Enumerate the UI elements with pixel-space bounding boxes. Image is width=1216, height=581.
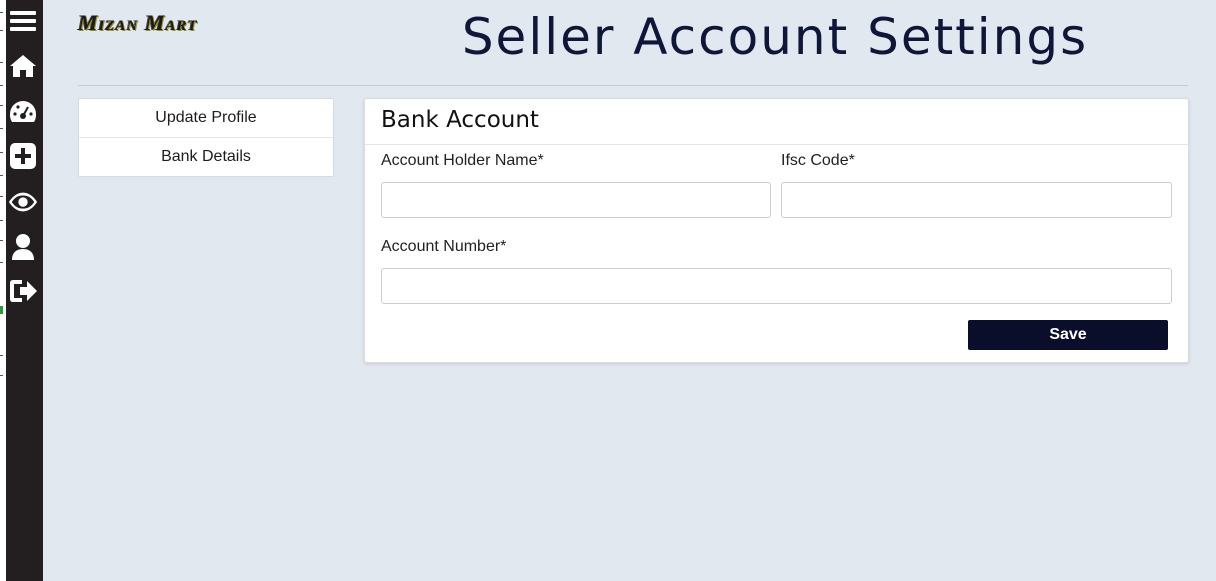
page-title: Seller Account Settings — [461, 8, 1089, 66]
account-holder-input[interactable] — [381, 182, 771, 218]
logout-icon[interactable] — [8, 276, 38, 306]
icon-rail — [0, 0, 43, 581]
add-icon[interactable] — [8, 141, 38, 171]
account-number-label: Account Number* — [381, 238, 507, 255]
eye-icon[interactable] — [8, 187, 38, 217]
account-number-input[interactable] — [381, 268, 1172, 304]
card-divider — [365, 144, 1188, 145]
dashboard-icon[interactable] — [8, 97, 38, 127]
save-button[interactable]: Save — [968, 320, 1168, 350]
settings-menu: Update Profile Bank Details — [78, 98, 334, 177]
home-icon[interactable] — [8, 51, 38, 81]
menu-item-bank-details[interactable]: Bank Details — [79, 137, 333, 176]
account-holder-label: Account Holder Name* — [381, 152, 544, 169]
header-divider — [78, 85, 1188, 86]
rail-edge-strip — [0, 0, 6, 581]
bank-account-card: Bank Account Account Holder Name* Ifsc C… — [364, 98, 1189, 363]
ifsc-code-label: Ifsc Code* — [781, 152, 855, 169]
user-icon[interactable] — [8, 232, 38, 262]
ifsc-code-input[interactable] — [781, 182, 1172, 218]
card-title: Bank Account — [381, 107, 539, 133]
menu-item-update-profile[interactable]: Update Profile — [79, 99, 333, 137]
menu-icon[interactable] — [8, 6, 38, 36]
brand-logo[interactable]: Mizan Mart — [78, 10, 198, 36]
